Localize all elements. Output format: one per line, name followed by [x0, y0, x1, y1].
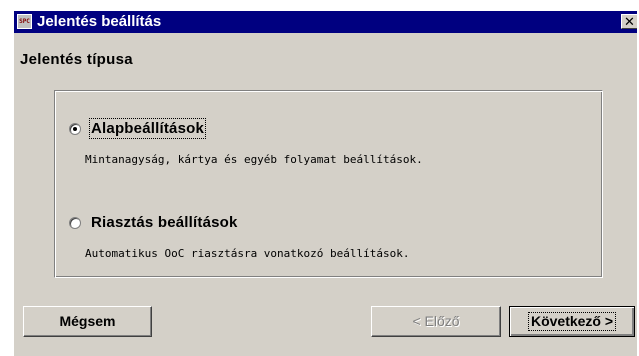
dialog-window: SPC Jelentés beállítás ✕ Jelentés típusa… [14, 11, 637, 356]
next-button-label: Következő > [527, 312, 617, 331]
cancel-button[interactable]: Mégsem [23, 306, 152, 337]
radio-unselected-icon[interactable] [69, 217, 81, 229]
window-title: Jelentés beállítás [37, 13, 162, 30]
option-basic-settings-description: Mintanagyság, kártya és egyéb folyamat b… [85, 153, 423, 166]
option-basic-settings-label[interactable]: Alapbeállítások [88, 118, 207, 139]
spc-app-icon[interactable]: SPC [17, 14, 32, 29]
radio-dot [73, 127, 77, 131]
close-icon[interactable]: ✕ [621, 14, 637, 30]
previous-button-label: < Előző [412, 313, 460, 329]
page-heading: Jelentés típusa [20, 51, 133, 68]
cancel-button-label: Mégsem [59, 313, 116, 329]
option-alert-settings-description: Automatikus OoC riasztásra vonatkozó beá… [85, 247, 410, 260]
previous-button[interactable]: < Előző [371, 306, 501, 337]
title-bar[interactable]: SPC Jelentés beállítás ✕ [14, 11, 637, 33]
report-type-group: Alapbeállítások Mintanagyság, kártya és … [54, 90, 603, 278]
next-button[interactable]: Következő > [509, 306, 635, 337]
radio-selected-icon[interactable] [69, 123, 81, 135]
option-alert-settings-label[interactable]: Riasztás beállítások [91, 214, 238, 231]
